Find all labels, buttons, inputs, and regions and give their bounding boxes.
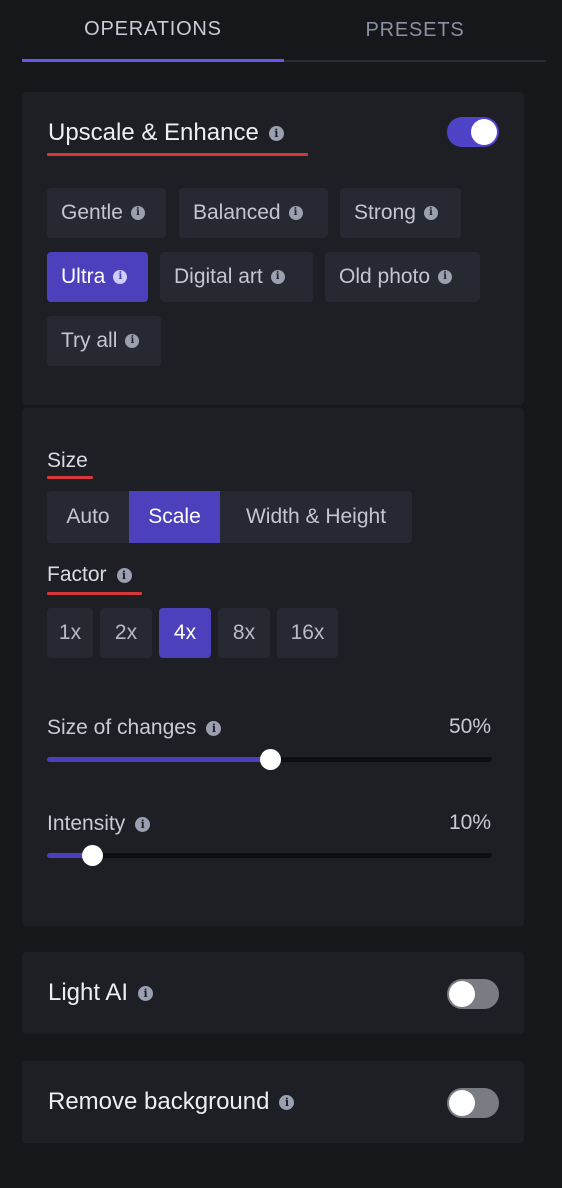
info-icon[interactable]: i xyxy=(116,567,132,583)
upscale-enhance-toggle[interactable] xyxy=(447,117,499,147)
mode-label: Gentle xyxy=(61,201,123,224)
size-label-underline xyxy=(47,476,93,479)
info-icon[interactable]: i xyxy=(279,1094,295,1110)
info-icon[interactable]: i xyxy=(423,206,438,220)
remove-background-toggle[interactable] xyxy=(447,1088,499,1118)
size-width-height-button[interactable]: Width & Height xyxy=(220,491,412,543)
mode-digital-art-button[interactable]: Digital art i xyxy=(160,252,313,302)
info-icon[interactable]: i xyxy=(206,720,222,736)
intensity-slider[interactable] xyxy=(47,845,492,866)
light-ai-title-row: Light AI i xyxy=(48,978,154,1008)
upscale-title: Upscale & Enhance xyxy=(48,119,259,146)
size-of-changes-label: Size of changes i xyxy=(47,715,222,741)
factor-4x-button[interactable]: 4x xyxy=(159,608,211,658)
mode-label: Strong xyxy=(354,201,416,224)
mode-strong-button[interactable]: Strong i xyxy=(340,188,461,238)
tab-bar: OPERATIONS PRESETS xyxy=(22,0,546,62)
mode-try-all-button[interactable]: Try all i xyxy=(47,316,161,366)
mode-balanced-button[interactable]: Balanced i xyxy=(179,188,328,238)
size-scale-button[interactable]: Scale xyxy=(129,491,220,543)
remove-background-title-row: Remove background i xyxy=(48,1087,295,1117)
factor-label-text: Factor xyxy=(47,563,107,586)
factor-label: Factor i xyxy=(47,562,132,588)
upscale-title-underline xyxy=(47,153,308,156)
factor-8x-button[interactable]: 8x xyxy=(218,608,270,658)
mode-label: Old photo xyxy=(339,265,431,288)
factor-1x-button[interactable]: 1x xyxy=(47,608,93,658)
intensity-label: Intensity i xyxy=(47,811,151,837)
mode-label: Try all xyxy=(61,329,118,352)
light-ai-title: Light AI xyxy=(48,979,129,1006)
upscale-title-row: Upscale & Enhance i xyxy=(48,118,284,148)
info-icon[interactable]: i xyxy=(135,816,151,832)
tab-presets[interactable]: PRESETS xyxy=(284,0,546,62)
factor-label-underline xyxy=(47,592,142,595)
mode-label: Digital art xyxy=(174,265,263,288)
intensity-value: 10% xyxy=(448,811,491,834)
mode-label: Balanced xyxy=(193,201,281,224)
light-ai-toggle[interactable] xyxy=(447,979,499,1009)
size-of-changes-slider[interactable] xyxy=(47,749,492,770)
info-icon[interactable]: i xyxy=(270,270,285,284)
factor-16x-button[interactable]: 16x xyxy=(277,608,338,658)
info-icon[interactable]: i xyxy=(125,334,140,348)
remove-background-title: Remove background xyxy=(48,1088,270,1115)
info-icon[interactable]: i xyxy=(130,206,145,220)
toggle-knob xyxy=(449,1090,475,1116)
size-auto-button[interactable]: Auto xyxy=(47,491,129,543)
slider-thumb[interactable] xyxy=(81,845,103,866)
size-label-text: Size xyxy=(47,449,88,472)
size-label: Size xyxy=(47,448,88,474)
remove-background-card: Remove background i xyxy=(22,1061,524,1143)
mode-ultra-button[interactable]: Ultra i xyxy=(47,252,148,302)
size-of-changes-value: 50% xyxy=(448,715,491,738)
light-ai-card: Light AI i xyxy=(22,952,524,1034)
toggle-knob xyxy=(449,981,475,1007)
mode-gentle-button[interactable]: Gentle i xyxy=(47,188,166,238)
info-icon[interactable]: i xyxy=(268,125,284,141)
slider-thumb[interactable] xyxy=(259,749,281,770)
upscale-enhance-card: Upscale & Enhance i Gentle i Balanced i St… xyxy=(22,92,524,405)
mode-label: Ultra xyxy=(61,265,106,288)
info-icon[interactable]: i xyxy=(438,270,453,284)
size-of-changes-label-text: Size of changes xyxy=(47,716,197,739)
slider-fill xyxy=(47,757,270,762)
factor-2x-button[interactable]: 2x xyxy=(100,608,152,658)
mode-old-photo-button[interactable]: Old photo i xyxy=(325,252,480,302)
info-icon[interactable]: i xyxy=(288,206,303,220)
toggle-knob xyxy=(471,119,497,145)
info-icon[interactable]: i xyxy=(138,985,154,1001)
info-icon[interactable]: i xyxy=(113,270,128,284)
tab-operations[interactable]: OPERATIONS xyxy=(22,0,284,62)
intensity-label-text: Intensity xyxy=(47,812,126,835)
